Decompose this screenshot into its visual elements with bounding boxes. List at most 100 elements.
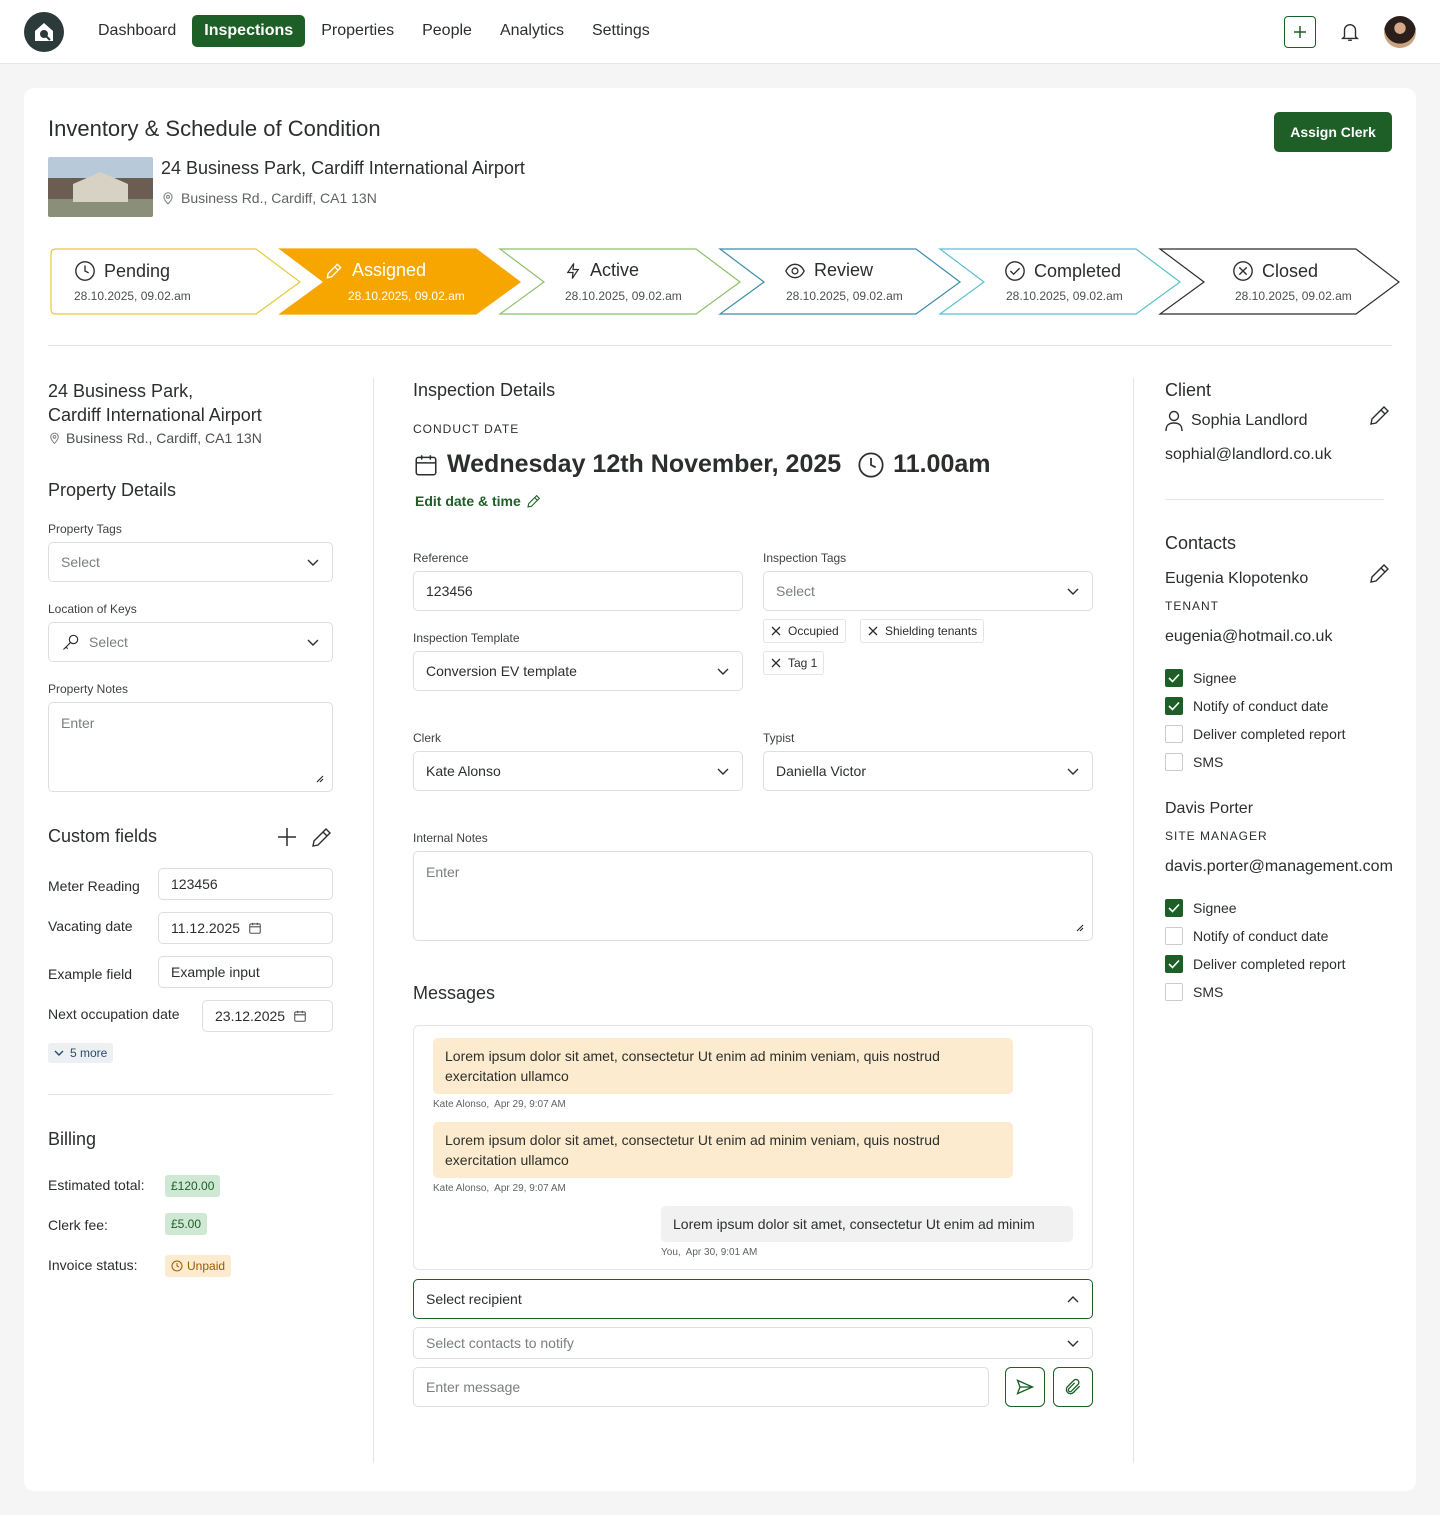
nav-settings[interactable]: Settings [580, 15, 662, 47]
invoice-status-label: Invoice status: [48, 1257, 138, 1273]
remove-tag-x-icon[interactable] [867, 625, 879, 637]
typist-select[interactable]: Daniella Victor [763, 751, 1093, 791]
internal-notes-textarea[interactable]: Enter [413, 851, 1093, 941]
notify-contacts-select[interactable]: Select contacts to notify [413, 1327, 1093, 1359]
meter-reading-input[interactable]: 123456 [158, 868, 333, 900]
step-review-shape[interactable] [718, 248, 962, 315]
checkbox-notify-conduct[interactable]: Notify of conduct date [1165, 697, 1328, 715]
show-more-fields-button[interactable]: 5 more [48, 1043, 114, 1063]
step-active-shape[interactable] [498, 248, 742, 315]
checkbox-box[interactable] [1165, 753, 1183, 771]
pencil-icon [326, 262, 342, 279]
user-avatar[interactable] [1384, 16, 1416, 48]
reference-input[interactable]: 123456 [413, 571, 743, 611]
nav-people[interactable]: People [410, 15, 484, 47]
check-circle-icon [1005, 261, 1025, 281]
edit-fields-pencil-icon[interactable] [310, 825, 334, 849]
message-author: Kate Alonso, [433, 1099, 490, 1110]
step-date: 28.10.2025, 09.02.am [74, 289, 191, 303]
property-tags-label: Property Tags [48, 522, 122, 536]
property-tags-select[interactable]: Select [48, 542, 333, 582]
client-name: Sophia Landlord [1191, 412, 1308, 429]
property-notes-label: Property Notes [48, 682, 129, 696]
edit-client-pencil-icon[interactable] [1368, 403, 1392, 427]
checkbox-box[interactable] [1165, 697, 1183, 715]
resize-grip-icon[interactable] [314, 773, 324, 783]
column-divider [1133, 378, 1134, 1463]
checkbox-box[interactable] [1165, 899, 1183, 917]
clerk-label: Clerk [413, 731, 442, 745]
top-actions [1284, 16, 1416, 48]
nav-inspections[interactable]: Inspections [192, 15, 306, 47]
resize-grip-icon[interactable] [1074, 922, 1084, 932]
select-value: Kate Alonso [426, 763, 501, 779]
remove-tag-x-icon[interactable] [770, 625, 782, 637]
checkbox-box[interactable] [1165, 725, 1183, 743]
checkbox-deliver-report[interactable]: Deliver completed report [1165, 955, 1346, 973]
template-select[interactable]: Conversion EV template [413, 651, 743, 691]
step-label-text: Review [814, 260, 874, 280]
lightning-icon [566, 262, 580, 279]
inspection-tags-select[interactable]: Select [763, 571, 1093, 611]
left-address: 24 Business Park, Cardiff International … [48, 379, 262, 427]
inspection-details-heading: Inspection Details [413, 380, 556, 400]
checkbox-box[interactable] [1165, 983, 1183, 1001]
message-meta: You, Apr 30, 9:01 AM [661, 1247, 757, 1258]
nav-properties[interactable]: Properties [309, 15, 406, 47]
tag-label: Tag 1 [788, 656, 818, 670]
client-divider [1165, 499, 1384, 500]
checkbox-label: Notify of conduct date [1193, 698, 1329, 714]
typist-label: Typist [763, 731, 795, 745]
edit-contact-pencil-icon[interactable] [1368, 561, 1392, 585]
vacating-date-input[interactable]: 11.12.2025 [158, 912, 333, 944]
checkbox-label: SMS [1193, 984, 1224, 1000]
bell-icon[interactable] [1334, 16, 1366, 48]
checkbox-label: Notify of conduct date [1193, 928, 1329, 944]
checkbox-signee[interactable]: Signee [1165, 899, 1237, 917]
nav-dashboard[interactable]: Dashboard [86, 15, 188, 47]
example-field-input[interactable]: Example input [158, 956, 333, 988]
checkbox-notify-conduct[interactable]: Notify of conduct date [1165, 927, 1328, 945]
home-logo-icon[interactable] [24, 12, 64, 52]
message-author: You, [661, 1247, 681, 1258]
assign-clerk-button[interactable]: Assign Clerk [1274, 112, 1392, 152]
plus-icon [1294, 26, 1306, 38]
nav-analytics[interactable]: Analytics [488, 15, 576, 47]
checkbox-sms[interactable]: SMS [1165, 983, 1223, 1001]
add-new-button[interactable] [1284, 16, 1316, 48]
clerk-select[interactable]: Kate Alonso [413, 751, 743, 791]
message-time: Apr 29, 9:07 AM [494, 1099, 566, 1110]
edit-date-time-link[interactable]: Edit date & time [415, 493, 542, 509]
next-occupation-date-input[interactable]: 23.12.2025 [202, 1000, 333, 1032]
main-nav: Dashboard Inspections Properties People … [86, 15, 662, 47]
checkbox-box[interactable] [1165, 927, 1183, 945]
property-notes-textarea[interactable]: Enter [48, 702, 333, 792]
remove-tag-x-icon[interactable] [770, 657, 782, 669]
step-assigned-shape[interactable] [278, 248, 522, 315]
checkbox-deliver-report[interactable]: Deliver completed report [1165, 725, 1346, 743]
send-message-button[interactable] [1005, 1367, 1045, 1407]
field-label-example: Example field [48, 966, 133, 982]
step-active: Active [564, 260, 639, 281]
message-input[interactable]: Enter message [413, 1367, 989, 1407]
checkbox-box[interactable] [1165, 955, 1183, 973]
invoice-status-text: Unpaid [187, 1259, 226, 1273]
input-placeholder: Enter message [426, 1379, 521, 1395]
checkbox-box[interactable] [1165, 669, 1183, 687]
checkbox-sms[interactable]: SMS [1165, 753, 1223, 771]
property-sub-address: Business Rd., Cardiff, CA1 13N [161, 190, 377, 206]
attach-file-button[interactable] [1053, 1367, 1093, 1407]
add-field-plus-icon[interactable] [276, 826, 298, 848]
inspection-card: Inventory & Schedule of Condition Assign… [24, 88, 1416, 1491]
left-sub-address: Business Rd., Cardiff, CA1 13N [48, 430, 262, 446]
location-keys-select[interactable]: Select [48, 622, 333, 662]
calendar-icon [415, 454, 437, 476]
recipient-select[interactable]: Select recipient [413, 1279, 1093, 1319]
calendar-icon[interactable] [248, 921, 262, 935]
calendar-icon[interactable] [293, 1009, 307, 1023]
user-icon [1165, 410, 1183, 432]
checkbox-signee[interactable]: Signee [1165, 669, 1237, 687]
location-keys-label: Location of Keys [48, 602, 137, 616]
check-icon [1168, 701, 1180, 711]
checkbox-label: Deliver completed report [1193, 956, 1346, 972]
